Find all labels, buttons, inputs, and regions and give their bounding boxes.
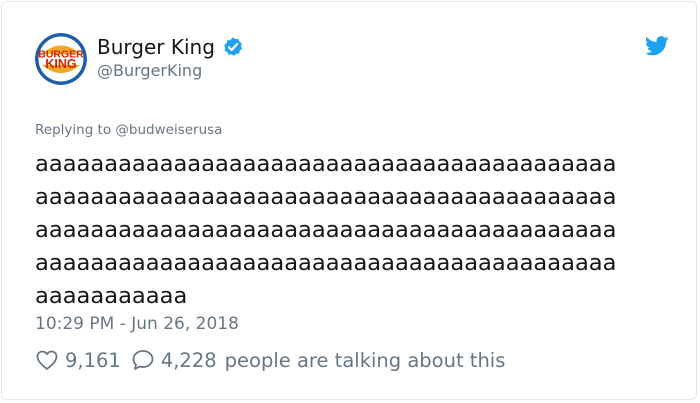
- logo-text-king: KING: [45, 57, 76, 71]
- twitter-bird-icon[interactable]: [644, 35, 669, 57]
- replies-count[interactable]: 4,228: [161, 349, 217, 372]
- replying-to[interactable]: Replying to @budweiserusa: [35, 122, 222, 138]
- tweet-card: BURGER KING Burger King @BurgerKing Repl…: [1, 1, 697, 400]
- verified-badge-icon: [222, 36, 244, 58]
- engagement-bar: 9,161 4,228 people are talking about thi…: [35, 348, 505, 372]
- burger-king-avatar[interactable]: BURGER KING: [35, 33, 87, 85]
- tweet-text-line: aaaaaaaaaaaaaaaaaaaaaaaaaaaaaaaaaaaaaaaa…: [35, 184, 617, 210]
- tweet-text-line: aaaaaaaaaaaaaaaaaaaaaaaaaaaaaaaaaaaaaaaa…: [35, 250, 617, 276]
- burger-king-logo-icon: BURGER KING: [35, 33, 87, 85]
- display-name-row: Burger King: [97, 33, 244, 61]
- handle[interactable]: @BurgerKing: [97, 61, 244, 80]
- speech-bubble-icon[interactable]: [131, 348, 155, 372]
- tweet-text-line: aaaaaaaaaaa: [35, 283, 188, 309]
- tweet-timestamp[interactable]: 10:29 PM - Jun 26, 2018: [35, 314, 239, 334]
- talking-about-text[interactable]: people are talking about this: [225, 349, 506, 372]
- tweet-text: aaaaaaaaaaaaaaaaaaaaaaaaaaaaaaaaaaaaaaaa…: [35, 148, 675, 313]
- tweet-text-line: aaaaaaaaaaaaaaaaaaaaaaaaaaaaaaaaaaaaaaaa…: [35, 151, 617, 177]
- heart-icon[interactable]: [35, 348, 59, 372]
- likes-count[interactable]: 9,161: [65, 349, 121, 372]
- author-block: Burger King @BurgerKing: [97, 33, 244, 80]
- display-name[interactable]: Burger King: [97, 35, 215, 59]
- tweet-text-line: aaaaaaaaaaaaaaaaaaaaaaaaaaaaaaaaaaaaaaaa…: [35, 217, 617, 243]
